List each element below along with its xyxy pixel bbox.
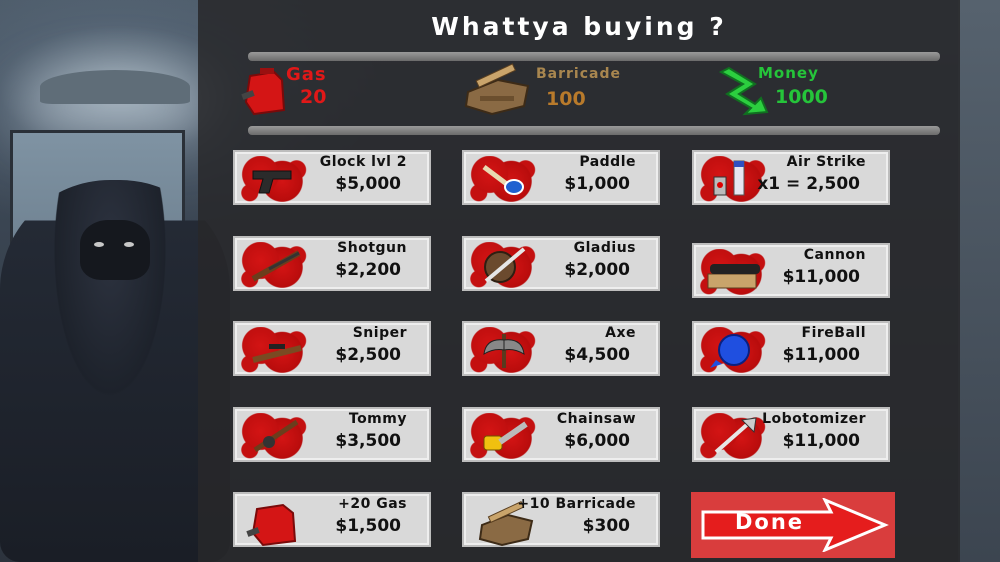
item-name: Sniper [352,325,407,341]
chainsaw-icon [483,421,528,451]
shop-item-gladius[interactable]: Gladius $2,000 [462,236,660,291]
money-stat: Money 1000 [713,62,873,118]
item-splat [239,156,311,202]
background-wall [958,0,1000,562]
shop-item-shotgun[interactable]: Shotgun $2,200 [233,236,431,291]
money-label: Money [758,64,819,82]
shop-title: Whattya buying ? [431,12,727,41]
shop-item-axe[interactable]: Axe $4,500 [462,321,660,376]
barricade-value: 100 [546,88,586,110]
item-price: $5,000 [335,174,401,194]
shop-item-cannon[interactable]: Cannon $11,000 [692,243,890,298]
item-name: Chainsaw [556,411,636,427]
divider [248,126,940,135]
item-splat [239,327,311,373]
shop-item-fireball[interactable]: FireBall $11,000 [692,321,890,376]
shop-panel: Whattya buying ? Gas 20 Barricade 100 Mo… [198,0,960,562]
axe-icon [483,334,525,368]
shotgun-icon [251,250,301,282]
item-name: Glock lvl 2 [319,154,407,170]
merchant-face [80,220,150,280]
item-name: Tommy [348,411,407,427]
barricade-icon [464,63,530,116]
money-value: 1000 [775,86,828,108]
item-price: $1,500 [335,516,401,536]
item-splat [239,242,311,288]
item-price: $3,500 [335,431,401,451]
merchant-eye [124,242,134,247]
item-splat [468,242,540,288]
gas-can-icon [246,503,297,547]
item-name: FireBall [801,325,866,341]
divider [248,52,940,61]
item-name: +20 Gas [338,496,407,512]
barricade-stat: Barricade 100 [458,62,658,118]
lobotomizer-icon [714,417,757,454]
item-price: x1 = 2,500 [757,174,860,194]
item-splat [468,156,540,202]
item-price: $4,500 [564,345,630,365]
shop-item-sniper[interactable]: Sniper $2,500 [233,321,431,376]
item-splat [468,327,540,373]
shop-item-glock[interactable]: Glock lvl 2 $5,000 [233,150,431,205]
cannon-icon [707,264,760,289]
item-name: Axe [605,325,636,341]
item-name: +10 Barricade [517,496,636,512]
item-price: $11,000 [782,345,860,365]
item-name: Gladius [573,240,636,256]
item-price: $300 [582,516,630,536]
pistol-icon [252,170,292,194]
shop-item-barricade-refill[interactable]: +10 Barricade $300 [462,492,660,547]
done-label: Done [735,510,805,534]
item-price: $2,200 [335,260,401,280]
shop-item-chainsaw[interactable]: Chainsaw $6,000 [462,407,660,462]
sniper-icon [252,344,302,363]
item-name: Lobotomizer [762,411,866,427]
item-splat [239,413,311,459]
item-name: Paddle [579,154,636,170]
item-name: Air Strike [786,154,866,170]
gladius-icon [484,247,526,283]
shop-item-gas-refill[interactable]: +20 Gas $1,500 [233,492,431,547]
done-button[interactable]: Done [691,492,895,558]
street-lamp [40,70,190,104]
paddle-icon [482,165,524,195]
gas-stat: Gas 20 [238,62,388,118]
shop-item-tommy[interactable]: Tommy $3,500 [233,407,431,462]
item-splat [698,327,770,373]
air-strike-icon [713,160,745,196]
shop-item-paddle[interactable]: Paddle $1,000 [462,150,660,205]
hooded-merchant [0,180,230,562]
item-price: $11,000 [782,431,860,451]
item-splat [239,498,311,547]
tommy-gun-icon [253,419,299,453]
gas-label: Gas [286,64,327,85]
item-price: $2,500 [335,345,401,365]
item-splat [698,249,770,295]
barricade-label: Barricade [536,66,621,82]
shop-item-lobotomizer[interactable]: Lobotomizer $11,000 [692,407,890,462]
fireball-icon [710,334,750,368]
item-name: Shotgun [337,240,407,256]
merchant-eye [94,242,104,247]
item-name: Cannon [803,247,866,263]
item-splat [468,413,540,459]
item-splat [698,413,770,459]
gas-value: 20 [300,86,327,108]
item-price: $1,000 [564,174,630,194]
item-price: $2,000 [564,260,630,280]
item-price: $11,000 [782,267,860,287]
item-price: $6,000 [564,431,630,451]
shop-item-air-strike[interactable]: Air Strike x1 = 2,500 [692,150,890,205]
